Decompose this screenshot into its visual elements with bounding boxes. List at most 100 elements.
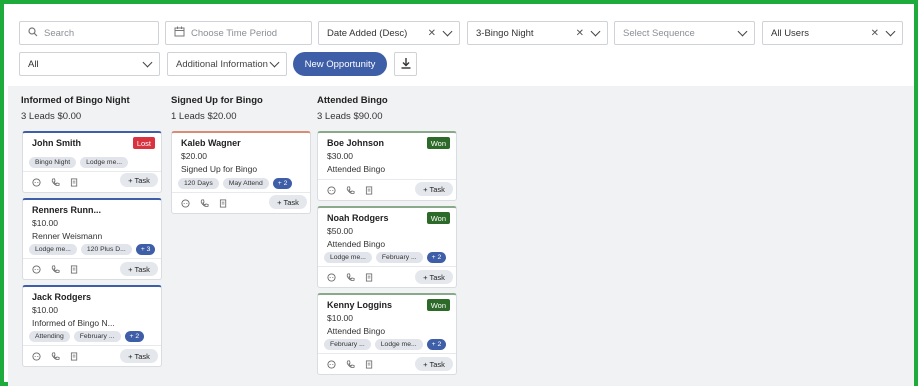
phone-icon[interactable]	[200, 199, 209, 210]
phone-icon[interactable]	[51, 352, 60, 363]
add-task-button[interactable]: + Task	[120, 262, 158, 276]
card-detail: Attended Bingo	[327, 326, 386, 336]
card-detail: Signed Up for Bingo	[181, 164, 258, 174]
sort-select[interactable]: Date Added (Desc) ✕	[318, 21, 460, 45]
chat-icon[interactable]	[327, 273, 336, 284]
card-amount: $50.00	[327, 226, 353, 236]
app-frame: Search Choose Time Period Date Added (De…	[0, 0, 918, 386]
note-icon[interactable]	[70, 265, 79, 276]
pipeline-value: 3-Bingo Night	[476, 27, 534, 39]
card-name: Kaleb Wagner	[181, 138, 241, 148]
column-title: Signed Up for Bingo	[171, 95, 263, 106]
clear-icon[interactable]: ✕	[576, 28, 584, 39]
clear-icon[interactable]: ✕	[871, 28, 879, 39]
column-summary: 3 Leads $0.00	[21, 111, 82, 122]
phone-icon[interactable]	[51, 178, 60, 189]
add-task-button[interactable]: + Task	[120, 173, 158, 187]
additional-info-select[interactable]: Additional Information	[167, 52, 287, 76]
opportunity-card[interactable]: Boe Johnson Won $30.00 Attended Bingo + …	[317, 131, 457, 201]
card-amount: $10.00	[327, 313, 353, 323]
tag: Lodge me...	[324, 252, 372, 263]
more-tags-badge[interactable]: + 3	[135, 244, 156, 255]
opportunity-card[interactable]: Renners Runn... $10.00 Renner Weismann L…	[22, 198, 162, 280]
note-icon[interactable]	[70, 352, 79, 363]
card-amount: $10.00	[32, 305, 58, 315]
chat-icon[interactable]	[32, 352, 41, 363]
more-tags-badge[interactable]: + 2	[272, 178, 293, 189]
new-opportunity-button[interactable]: New Opportunity	[293, 52, 387, 76]
chevron-down-icon	[737, 26, 748, 36]
pipeline-select[interactable]: 3-Bingo Night ✕	[467, 21, 608, 45]
note-icon[interactable]	[365, 360, 374, 371]
filter-toolbar: Search Choose Time Period Date Added (De…	[8, 8, 914, 86]
chevron-down-icon	[885, 26, 896, 36]
tag: 120 Plus D...	[80, 244, 132, 255]
phone-icon[interactable]	[346, 186, 355, 197]
tag: Bingo Night	[29, 157, 77, 168]
card-detail: Renner Weismann	[32, 231, 103, 241]
opportunity-card[interactable]: Noah Rodgers Won $50.00 Attended Bingo L…	[317, 206, 457, 288]
sequence-select[interactable]: Select Sequence	[614, 21, 755, 45]
column-title: Attended Bingo	[317, 95, 388, 106]
note-icon[interactable]	[70, 178, 79, 189]
chat-icon[interactable]	[32, 265, 41, 276]
phone-icon[interactable]	[51, 265, 60, 276]
card-detail: Attended Bingo	[327, 164, 386, 174]
card-name: Kenny Loggins	[327, 300, 392, 310]
card-detail: Attended Bingo	[327, 239, 386, 249]
note-icon[interactable]	[219, 199, 228, 210]
users-select[interactable]: All Users ✕	[762, 21, 903, 45]
opportunity-card[interactable]: Kaleb Wagner $20.00 Signed Up for Bingo …	[171, 131, 311, 214]
more-tags-badge[interactable]: + 2	[426, 252, 447, 263]
card-name: John Smith	[32, 138, 81, 148]
add-task-button[interactable]: + Task	[415, 357, 453, 371]
card-amount: $10.00	[32, 218, 58, 228]
tag: Lodge me...	[80, 157, 129, 168]
opportunity-card[interactable]: John Smith Lost Bingo Night Lodge me... …	[22, 131, 162, 193]
status-select[interactable]: All	[19, 52, 160, 76]
status-badge: Won	[426, 137, 450, 149]
time-period-picker[interactable]: Choose Time Period	[165, 21, 312, 45]
note-icon[interactable]	[365, 273, 374, 284]
sequence-placeholder: Select Sequence	[623, 27, 695, 39]
add-task-button[interactable]: + Task	[415, 270, 453, 284]
sort-value: Date Added (Desc)	[327, 27, 408, 39]
phone-icon[interactable]	[346, 360, 355, 371]
time-period-placeholder: Choose Time Period	[191, 27, 278, 39]
card-name: Noah Rodgers	[327, 213, 389, 223]
opportunity-card[interactable]: Jack Rodgers $10.00 Informed of Bingo N.…	[22, 285, 162, 367]
clear-icon[interactable]: ✕	[428, 28, 436, 39]
chevron-down-icon	[590, 26, 601, 36]
note-icon[interactable]	[365, 186, 374, 197]
additional-info-placeholder: Additional Information	[176, 58, 268, 70]
chevron-down-icon	[442, 26, 453, 36]
download-button[interactable]	[394, 52, 417, 76]
tag: February ...	[324, 339, 371, 350]
add-task-button[interactable]: + Task	[415, 182, 453, 196]
chat-icon[interactable]	[327, 360, 336, 371]
chat-icon[interactable]	[181, 199, 190, 210]
column-summary: 3 Leads $90.00	[317, 111, 383, 122]
status-badge: Lost	[132, 137, 155, 149]
chevron-down-icon	[142, 57, 153, 67]
more-tags-badge[interactable]: + 2	[426, 339, 447, 350]
card-name: Boe Johnson	[327, 138, 385, 148]
download-icon	[400, 57, 412, 71]
tag: Attending	[29, 331, 70, 342]
phone-icon[interactable]	[346, 273, 355, 284]
chat-icon[interactable]	[327, 186, 336, 197]
search-input[interactable]: Search	[19, 21, 159, 45]
more-tags-badge[interactable]: + 2	[124, 331, 145, 342]
tag: Lodge me...	[29, 244, 77, 255]
column-summary: 1 Leads $20.00	[171, 111, 237, 122]
search-icon	[28, 26, 38, 40]
card-name: Renners Runn...	[32, 205, 102, 215]
add-task-button[interactable]: + Task	[269, 195, 307, 209]
pipeline-board: Informed of Bingo Night 3 Leads $0.00 Jo…	[8, 86, 914, 386]
chat-icon[interactable]	[32, 178, 41, 189]
status-badge: Won	[426, 299, 450, 311]
opportunity-card[interactable]: Kenny Loggins Won $10.00 Attended Bingo …	[317, 293, 457, 375]
calendar-icon	[174, 26, 185, 40]
add-task-button[interactable]: + Task	[120, 349, 158, 363]
card-name: Jack Rodgers	[32, 292, 92, 302]
